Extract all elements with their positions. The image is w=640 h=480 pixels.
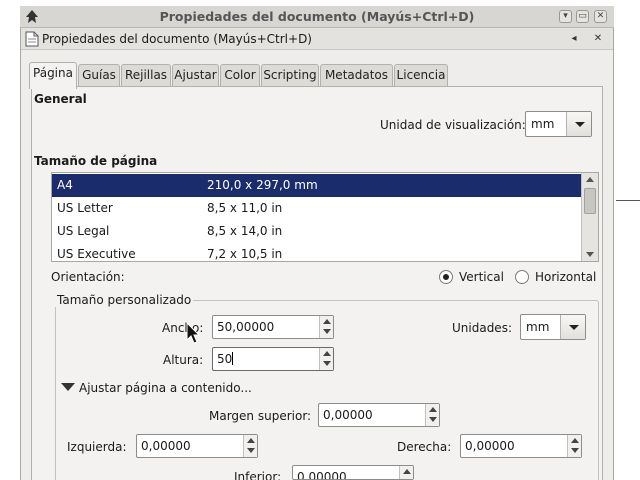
right-margin-value: 0,00000 bbox=[465, 439, 515, 453]
orientation-label: Orientación: bbox=[51, 270, 125, 284]
display-units-combo[interactable]: mm bbox=[525, 111, 592, 137]
dock-restore-button[interactable]: ◂ bbox=[567, 32, 581, 45]
dock-close-button[interactable]: ✕ bbox=[591, 32, 605, 45]
list-item[interactable]: US Letter 8,5 x 11,0 in bbox=[52, 197, 584, 220]
display-units-value: mm bbox=[531, 117, 555, 131]
scroll-down-icon[interactable] bbox=[582, 247, 598, 261]
general-heading: General bbox=[34, 92, 87, 106]
fit-page-expander[interactable]: Ajustar página a contenido... bbox=[79, 381, 252, 395]
horizontal-radio[interactable] bbox=[515, 270, 529, 284]
top-margin-spinbox[interactable]: 0,00000 bbox=[318, 403, 440, 427]
expander-arrow-icon[interactable] bbox=[61, 382, 75, 392]
dock-header: Propiedades del documento (Mayús+Ctrl+D)… bbox=[21, 28, 613, 50]
height-spinbox[interactable]: 50 bbox=[212, 347, 334, 371]
tab-rejillas[interactable]: Rejillas bbox=[121, 64, 171, 87]
scrollbar-thumb[interactable] bbox=[584, 188, 596, 214]
tab-pagina[interactable]: Página bbox=[29, 62, 77, 89]
right-margin-spinbox[interactable]: 0,00000 bbox=[460, 434, 582, 458]
left-margin-spinbox[interactable]: 0,00000 bbox=[136, 434, 258, 458]
vertical-label[interactable]: Vertical bbox=[459, 270, 504, 284]
units-value: mm bbox=[526, 320, 550, 334]
list-item[interactable]: US Legal 8,5 x 14,0 in bbox=[52, 220, 584, 243]
top-margin-label: Margen superior: bbox=[209, 409, 312, 423]
bottom-margin-stepper-icon[interactable] bbox=[399, 466, 413, 479]
right-margin-label: Derecha: bbox=[397, 440, 452, 454]
background-line bbox=[616, 200, 640, 201]
chevron-down-icon[interactable] bbox=[566, 112, 591, 136]
maximize-button[interactable]: ▭ bbox=[576, 10, 589, 23]
right-margin-stepper-icon[interactable] bbox=[567, 435, 581, 457]
bottom-margin-label: Inferior: bbox=[234, 470, 282, 480]
width-spinbox[interactable]: 50,00000 bbox=[212, 315, 334, 339]
height-value-wrap: 50 bbox=[217, 352, 234, 366]
left-margin-value: 0,00000 bbox=[141, 439, 191, 453]
tab-scripting[interactable]: Scripting bbox=[261, 64, 319, 87]
display-units-label: Unidad de visualización: bbox=[380, 118, 526, 132]
page-size-heading: Tamaño de página bbox=[34, 154, 158, 168]
chevron-down-icon[interactable] bbox=[560, 315, 585, 339]
left-margin-label: Izquierda: bbox=[67, 440, 127, 454]
dock-title: Propiedades del documento (Mayús+Ctrl+D) bbox=[42, 32, 312, 46]
width-stepper-icon[interactable] bbox=[319, 316, 333, 338]
tab-licencia[interactable]: Licencia bbox=[394, 64, 448, 87]
list-scrollbar[interactable] bbox=[581, 173, 598, 261]
tab-ajustar[interactable]: Ajustar bbox=[172, 64, 219, 87]
tab-metadatos[interactable]: Metadatos bbox=[320, 64, 393, 87]
close-window-button[interactable]: ✕ bbox=[594, 10, 607, 23]
text-caret bbox=[232, 352, 234, 365]
window-title: Propiedades del documento (Mayús+Ctrl+D) bbox=[159, 9, 475, 24]
width-value: 50,00000 bbox=[217, 320, 275, 334]
custom-size-heading: Tamaño personalizado bbox=[55, 293, 194, 307]
vertical-radio[interactable] bbox=[439, 270, 453, 284]
units-combo[interactable]: mm bbox=[520, 314, 586, 340]
left-margin-stepper-icon[interactable] bbox=[243, 435, 257, 457]
tab-color[interactable]: Color bbox=[220, 64, 260, 87]
horizontal-label[interactable]: Horizontal bbox=[535, 270, 596, 284]
window-titlebar[interactable]: Propiedades del documento (Mayús+Ctrl+D)… bbox=[20, 6, 614, 28]
top-margin-value: 0,00000 bbox=[323, 408, 373, 422]
height-label: Altura: bbox=[163, 353, 204, 367]
height-value: 50 bbox=[217, 352, 233, 366]
minimize-button[interactable]: ▾ bbox=[559, 10, 572, 23]
list-item[interactable]: A4 210,0 x 297,0 mm bbox=[52, 174, 584, 197]
list-item[interactable]: US Executive 7,2 x 10,5 in bbox=[52, 243, 584, 261]
document-icon bbox=[25, 31, 39, 47]
mouse-pointer-icon bbox=[186, 322, 201, 344]
height-stepper-icon[interactable] bbox=[319, 348, 333, 370]
top-margin-stepper-icon[interactable] bbox=[425, 404, 439, 426]
bottom-margin-value: 0,00000 bbox=[297, 470, 347, 480]
bottom-margin-spinbox[interactable]: 0,00000 bbox=[292, 465, 414, 480]
units-label: Unidades: bbox=[452, 321, 512, 335]
scroll-up-icon[interactable] bbox=[582, 173, 598, 187]
page-size-list[interactable]: A4 210,0 x 297,0 mm US Letter 8,5 x 11,0… bbox=[51, 172, 599, 262]
tab-guias[interactable]: Guías bbox=[78, 64, 120, 87]
